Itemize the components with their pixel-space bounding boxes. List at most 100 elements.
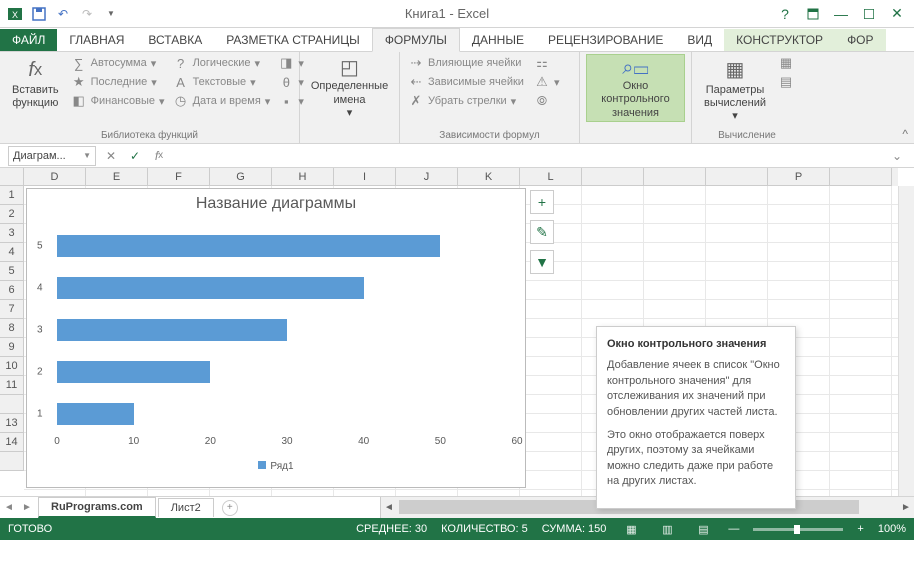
insert-function-button[interactable]: fx Вставить функцию (6, 54, 65, 112)
column-header[interactable] (830, 168, 892, 186)
vertical-scrollbar[interactable] (898, 186, 914, 496)
row-header[interactable]: 11 (0, 376, 24, 395)
tab-insert[interactable]: ВСТАВКА (136, 29, 214, 51)
zoom-out-icon[interactable]: — (728, 523, 739, 535)
column-header[interactable] (582, 168, 644, 186)
cancel-formula-icon[interactable]: ✕ (102, 147, 120, 165)
calc-sheet-button[interactable]: ▤ (776, 73, 796, 91)
logical-button[interactable]: ?Логические ▾ (171, 54, 273, 72)
column-header[interactable]: I (334, 168, 396, 186)
chart-bar[interactable] (57, 403, 134, 425)
redo-icon[interactable]: ↷ (76, 3, 98, 25)
chart-bar[interactable] (57, 277, 364, 299)
row-header[interactable]: 5 (0, 262, 24, 281)
row-header[interactable]: 4 (0, 243, 24, 262)
normal-view-icon[interactable]: ▦ (620, 520, 642, 538)
tab-home[interactable]: ГЛАВНАЯ (57, 29, 136, 51)
tab-review[interactable]: РЕЦЕНЗИРОВАНИЕ (536, 29, 675, 51)
maximize-icon[interactable] (856, 3, 882, 25)
minimize-icon[interactable]: — (828, 3, 854, 25)
chart-object[interactable]: Название диаграммы 123450102030405060 Ря… (26, 188, 526, 488)
column-header[interactable]: L (520, 168, 582, 186)
formula-input[interactable] (174, 146, 886, 166)
chart-elements-icon[interactable]: + (530, 190, 554, 214)
scroll-left-icon[interactable]: ◄ (381, 497, 397, 517)
chart-legend[interactable]: Ряд1 (27, 445, 525, 474)
error-check-button[interactable]: ⚠▾ (532, 73, 562, 91)
fx-icon[interactable]: fx (150, 147, 168, 165)
row-header[interactable]: 1 (0, 186, 24, 205)
expand-formula-bar-icon[interactable]: ⌄ (892, 149, 906, 163)
tab-view[interactable]: ВИД (675, 29, 724, 51)
new-sheet-icon[interactable]: + (222, 500, 238, 516)
column-headers[interactable]: DEFGHIJKLP (24, 168, 898, 186)
page-layout-view-icon[interactable]: ▥ (656, 520, 678, 538)
sheet-nav-prev-icon[interactable]: ◄ (0, 498, 18, 518)
zoom-level[interactable]: 100% (878, 523, 906, 535)
tab-page-layout[interactable]: РАЗМЕТКА СТРАНИЦЫ (214, 29, 372, 51)
row-header[interactable]: 14 (0, 433, 24, 452)
row-header[interactable]: 2 (0, 205, 24, 224)
close-icon[interactable]: ✕ (884, 3, 910, 25)
tab-file[interactable]: ФАЙЛ (0, 29, 57, 51)
defined-names-button[interactable]: ◰ Определенные имена ▾ (306, 54, 393, 122)
chart-bar[interactable] (57, 319, 287, 341)
datetime-button[interactable]: ◷Дата и время ▾ (171, 92, 273, 110)
qat-dropdown-icon[interactable]: ▼ (100, 3, 122, 25)
collapse-ribbon-icon[interactable]: ^ (902, 127, 908, 141)
row-header[interactable]: 9 (0, 338, 24, 357)
tab-formulas[interactable]: ФОРМУЛЫ (372, 28, 460, 52)
chart-filters-icon[interactable]: ▼ (530, 250, 554, 274)
column-header[interactable]: H (272, 168, 334, 186)
row-header[interactable] (0, 452, 24, 471)
column-header[interactable] (706, 168, 768, 186)
undo-icon[interactable]: ↶ (52, 3, 74, 25)
tab-design[interactable]: КОНСТРУКТОР (724, 29, 835, 51)
name-box[interactable]: Диаграм...▼ (8, 146, 96, 166)
autosum-button[interactable]: ∑Автосумма ▾ (69, 54, 167, 72)
watch-window-button[interactable]: ⌕▭ Окно контрольного значения (586, 54, 685, 122)
show-formulas-button[interactable]: ⚏ (532, 54, 562, 72)
recent-button[interactable]: ★Последние ▾ (69, 73, 167, 91)
help-icon[interactable]: ? (772, 3, 798, 25)
row-headers[interactable]: 12345678910111314 (0, 186, 24, 471)
zoom-in-icon[interactable]: + (857, 523, 863, 535)
row-header[interactable]: 10 (0, 357, 24, 376)
column-header[interactable]: G (210, 168, 272, 186)
remove-arrows-button[interactable]: ✗Убрать стрелки ▾ (406, 92, 526, 110)
chart-bar[interactable] (57, 361, 210, 383)
sheet-tab-1[interactable]: RuPrograms.com (38, 497, 156, 518)
column-header[interactable]: J (396, 168, 458, 186)
chart-styles-icon[interactable]: ✎ (530, 220, 554, 244)
row-header[interactable]: 3 (0, 224, 24, 243)
column-header[interactable]: E (86, 168, 148, 186)
calc-now-button[interactable]: ▦ (776, 54, 796, 72)
column-header[interactable]: K (458, 168, 520, 186)
ribbon-display-icon[interactable] (800, 3, 826, 25)
calc-options-button[interactable]: ▦ Параметры вычислений ▾ (698, 54, 772, 126)
scroll-right-icon[interactable]: ► (898, 497, 914, 517)
column-header[interactable]: P (768, 168, 830, 186)
column-header[interactable]: D (24, 168, 86, 186)
chart-title[interactable]: Название диаграммы (27, 189, 525, 215)
row-header[interactable]: 8 (0, 319, 24, 338)
save-icon[interactable] (28, 3, 50, 25)
chart-plot-area[interactable]: 123450102030405060 (37, 215, 515, 445)
trace-dependents-button[interactable]: ⇠Зависимые ячейки (406, 73, 526, 91)
sheet-nav-next-icon[interactable]: ► (18, 498, 36, 518)
sheet-tab-2[interactable]: Лист2 (158, 498, 214, 517)
evaluate-button[interactable]: ⦾ (532, 92, 562, 110)
row-header[interactable]: 13 (0, 414, 24, 433)
column-header[interactable] (644, 168, 706, 186)
enter-formula-icon[interactable]: ✓ (126, 147, 144, 165)
tab-format[interactable]: ФОР (835, 29, 885, 51)
select-all-corner[interactable] (0, 168, 24, 186)
zoom-slider[interactable] (753, 528, 843, 531)
row-header[interactable] (0, 395, 24, 414)
excel-icon[interactable]: X (4, 3, 26, 25)
text-button[interactable]: AТекстовые ▾ (171, 73, 273, 91)
tab-data[interactable]: ДАННЫЕ (460, 29, 536, 51)
chart-bar[interactable] (57, 235, 440, 257)
row-header[interactable]: 6 (0, 281, 24, 300)
financial-button[interactable]: ◧Финансовые ▾ (69, 92, 167, 110)
